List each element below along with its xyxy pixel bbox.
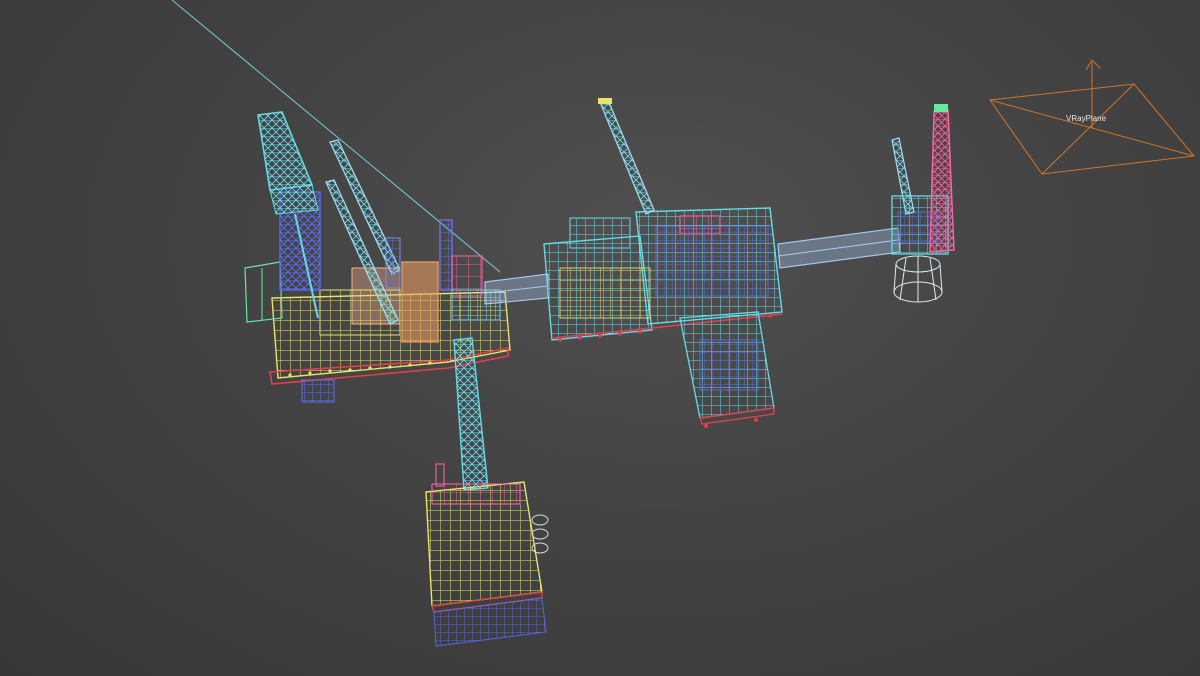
lower-substructure [433,597,547,647]
orange-module [401,261,439,343]
flare-column [439,219,453,291]
right-platform[interactable] [891,104,955,303]
left-platform-substructure [301,379,335,403]
flare-boom [929,109,955,253]
central-crane-boom [599,99,655,215]
vray-plane-label: VRayPlane [1066,114,1107,123]
3d-viewport[interactable]: VRayPlane [0,0,1200,676]
drilling-derrick [257,111,314,191]
central-platform[interactable] [543,98,783,428]
support-leg-cone [893,255,943,303]
lower-platform[interactable] [425,337,549,647]
